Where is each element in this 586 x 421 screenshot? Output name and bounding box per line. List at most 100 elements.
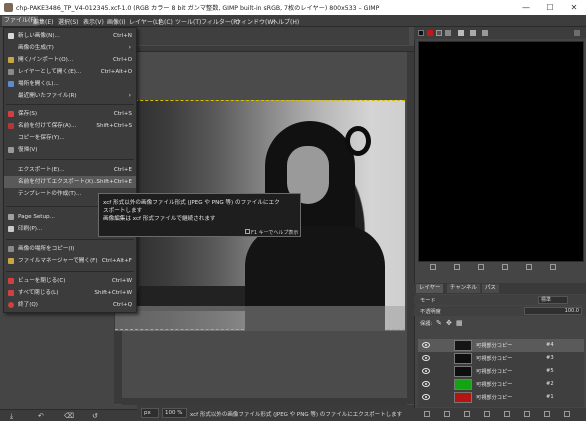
open-icon (8, 57, 14, 63)
reset-icon[interactable]: ↺ (92, 412, 98, 420)
menu-item-create[interactable]: 画像の生成(T) › (4, 42, 136, 54)
lower-layer-icon[interactable] (484, 411, 490, 417)
menu-item-new[interactable]: 新しい画像(N)... Ctrl+N (4, 30, 136, 42)
menu-item-shortcut: Ctrl+O (112, 57, 132, 63)
statusbar: px 100 % xcf 形式以外の画像ファイル形式 (JPEG や PNG 等… (137, 405, 414, 421)
new-layer-group-icon[interactable] (444, 411, 450, 417)
images-icon[interactable] (482, 30, 488, 36)
menu-windows[interactable]: ウィンドウ(W) (235, 17, 276, 26)
menu-item-export-as[interactable]: 名前を付けてエクスポート(X)... Shift+Ctrl+E (4, 176, 136, 188)
gradient-swatch-icon[interactable] (436, 30, 442, 36)
menu-help[interactable]: ヘルプ(H) (272, 17, 299, 26)
menu-item-label: ファイルマネージャーで開く(F) (18, 258, 98, 264)
brush-swatch-icon[interactable] (418, 30, 424, 36)
document-history-icon[interactable] (458, 30, 464, 36)
menu-item-save-as[interactable]: 名前を付けて保存(A)... Shift+Ctrl+S (4, 120, 136, 132)
menu-item-label: 終了(Q) (18, 302, 38, 308)
mode-select[interactable]: 標準 (538, 296, 568, 304)
menu-item-recent[interactable]: 最近開いたファイル(R) › (4, 90, 136, 102)
duplicate-layer-icon[interactable] (504, 411, 510, 417)
menu-item-export[interactable]: エクスポート(E)... Ctrl+E (4, 164, 136, 176)
delete-icon[interactable]: ⌫ (64, 412, 74, 420)
menu-item-label: 場所を開く(L)... (18, 81, 59, 87)
zoom-select[interactable]: 100 % (162, 408, 187, 418)
restore-icon[interactable]: ↶ (38, 412, 44, 420)
vertical-scrollbar[interactable] (407, 52, 414, 404)
menu-item-open-as-layers[interactable]: レイヤーとして開く(E)... Ctrl+Alt+O (4, 66, 136, 78)
delete-layer-icon[interactable] (564, 411, 570, 417)
layer-number: #2 (546, 381, 554, 387)
menu-item-label: 画像の生成(T) (18, 45, 54, 51)
tooltip-line-2: スポートします (103, 208, 143, 214)
layer-name: 可視部分コピー (476, 395, 513, 401)
menu-edit[interactable]: 編集(E) (33, 17, 53, 26)
layer-thumbnail (454, 392, 472, 403)
menu-item-open-location[interactable]: 場所を開く(L)... (4, 78, 136, 90)
menu-filters[interactable]: フィルター(R) (201, 17, 240, 26)
eye-icon[interactable] (422, 368, 430, 374)
menu-layer[interactable]: レイヤー(L) (129, 17, 161, 26)
raise-layer-icon[interactable] (464, 411, 470, 417)
tab-layers[interactable]: レイヤー (416, 284, 444, 293)
horizontal-scrollbar[interactable] (122, 398, 407, 405)
menu-item-close-all[interactable]: すべて閉じる(L) Shift+Ctrl+W (4, 287, 136, 299)
quit-icon (8, 302, 14, 308)
edit-icon[interactable] (430, 264, 436, 270)
menu-image[interactable]: 画像(I) (107, 17, 125, 26)
layer-row[interactable]: 可視部分コピー #1 (418, 391, 584, 404)
new-layer-icon[interactable] (424, 411, 430, 417)
menu-item-close-view[interactable]: ビューを閉じる(C) Ctrl+W (4, 275, 136, 287)
undo-history-icon[interactable] (470, 30, 476, 36)
new-icon[interactable] (454, 264, 460, 270)
tab-channels[interactable]: チャンネル (447, 284, 480, 293)
opacity-field[interactable]: 100.0 (524, 307, 582, 315)
menu-item-file-manager[interactable]: ファイルマネージャーで開く(F) Ctrl+Alt+F (4, 255, 136, 267)
eye-icon[interactable] (422, 381, 430, 387)
lock-position-icon[interactable]: ✥ (446, 319, 452, 327)
horizontal-ruler[interactable] (122, 46, 414, 52)
pattern-swatch-icon[interactable] (427, 30, 433, 36)
menu-item-save[interactable]: 保存(S) Ctrl+S (4, 108, 136, 120)
menu-item-copy-location[interactable]: 画像の場所をコピー(I) (4, 243, 136, 255)
menu-view[interactable]: 表示(V) (83, 17, 104, 26)
unit-select[interactable]: px (141, 408, 159, 418)
close-button[interactable]: ✕ (562, 0, 586, 15)
anchor-layer-icon[interactable] (524, 411, 530, 417)
tab-paths[interactable]: パス (482, 284, 499, 293)
layer-row[interactable]: 可視部分コピー #5 (418, 365, 584, 378)
refresh-icon[interactable] (526, 264, 532, 270)
open-as-image-icon[interactable] (550, 264, 556, 270)
minimize-button[interactable]: — (514, 0, 538, 15)
dock-top-bar (414, 27, 586, 39)
menu-item-shortcut: Ctrl+S (113, 111, 132, 117)
menu-colors[interactable]: 色(C) (158, 17, 173, 26)
layer-row[interactable]: 可視部分コピー #2 (418, 378, 584, 391)
duplicate-icon[interactable] (478, 264, 484, 270)
menu-item-shortcut: Ctrl+Alt+O (100, 69, 132, 75)
layer-thumbnail (454, 340, 472, 351)
menu-item-revert[interactable]: 復帰(V) (4, 144, 136, 156)
eye-icon[interactable] (422, 355, 430, 361)
dock-menu-icon[interactable] (574, 30, 580, 36)
eye-icon[interactable] (422, 342, 430, 348)
font-swatch-icon[interactable] (445, 30, 451, 36)
menu-item-save-copy[interactable]: コピーを保存(Y)... (4, 132, 136, 144)
layer-row[interactable]: 可視部分コピー #3 (418, 352, 584, 365)
layer-row[interactable]: 可視部分コピー #4 (418, 339, 584, 352)
menu-select[interactable]: 選択(S) (58, 17, 79, 26)
menu-tools[interactable]: ツール(T) (175, 17, 201, 26)
lock-alpha-icon[interactable]: ▦ (456, 319, 463, 327)
export-as-tooltip: xcf 形式以外の画像ファイル形式 (JPEG や PNG 等) のファイルにエ… (98, 193, 301, 237)
layers-list[interactable]: 可視部分コピー #4 可視部分コピー #3 可視部分コピー #5 可視部分コピー… (418, 339, 584, 407)
delete-item-icon[interactable] (502, 264, 508, 270)
brushes-preview-panel[interactable] (418, 41, 584, 262)
save-options-icon[interactable]: ⤓ (10, 412, 13, 421)
menu-item-open[interactable]: 開く/インポート(O)... Ctrl+O (4, 54, 136, 66)
lock-pixels-icon[interactable]: ✎ (436, 319, 442, 327)
eye-icon[interactable] (422, 394, 430, 400)
mask-layer-icon[interactable] (544, 411, 550, 417)
menu-item-quit[interactable]: 終了(Q) Ctrl+Q (4, 299, 136, 311)
maximize-button[interactable]: ☐ (538, 0, 562, 15)
save-as-icon (8, 123, 14, 129)
opacity-row: 不透明度 100.0 (414, 306, 586, 316)
